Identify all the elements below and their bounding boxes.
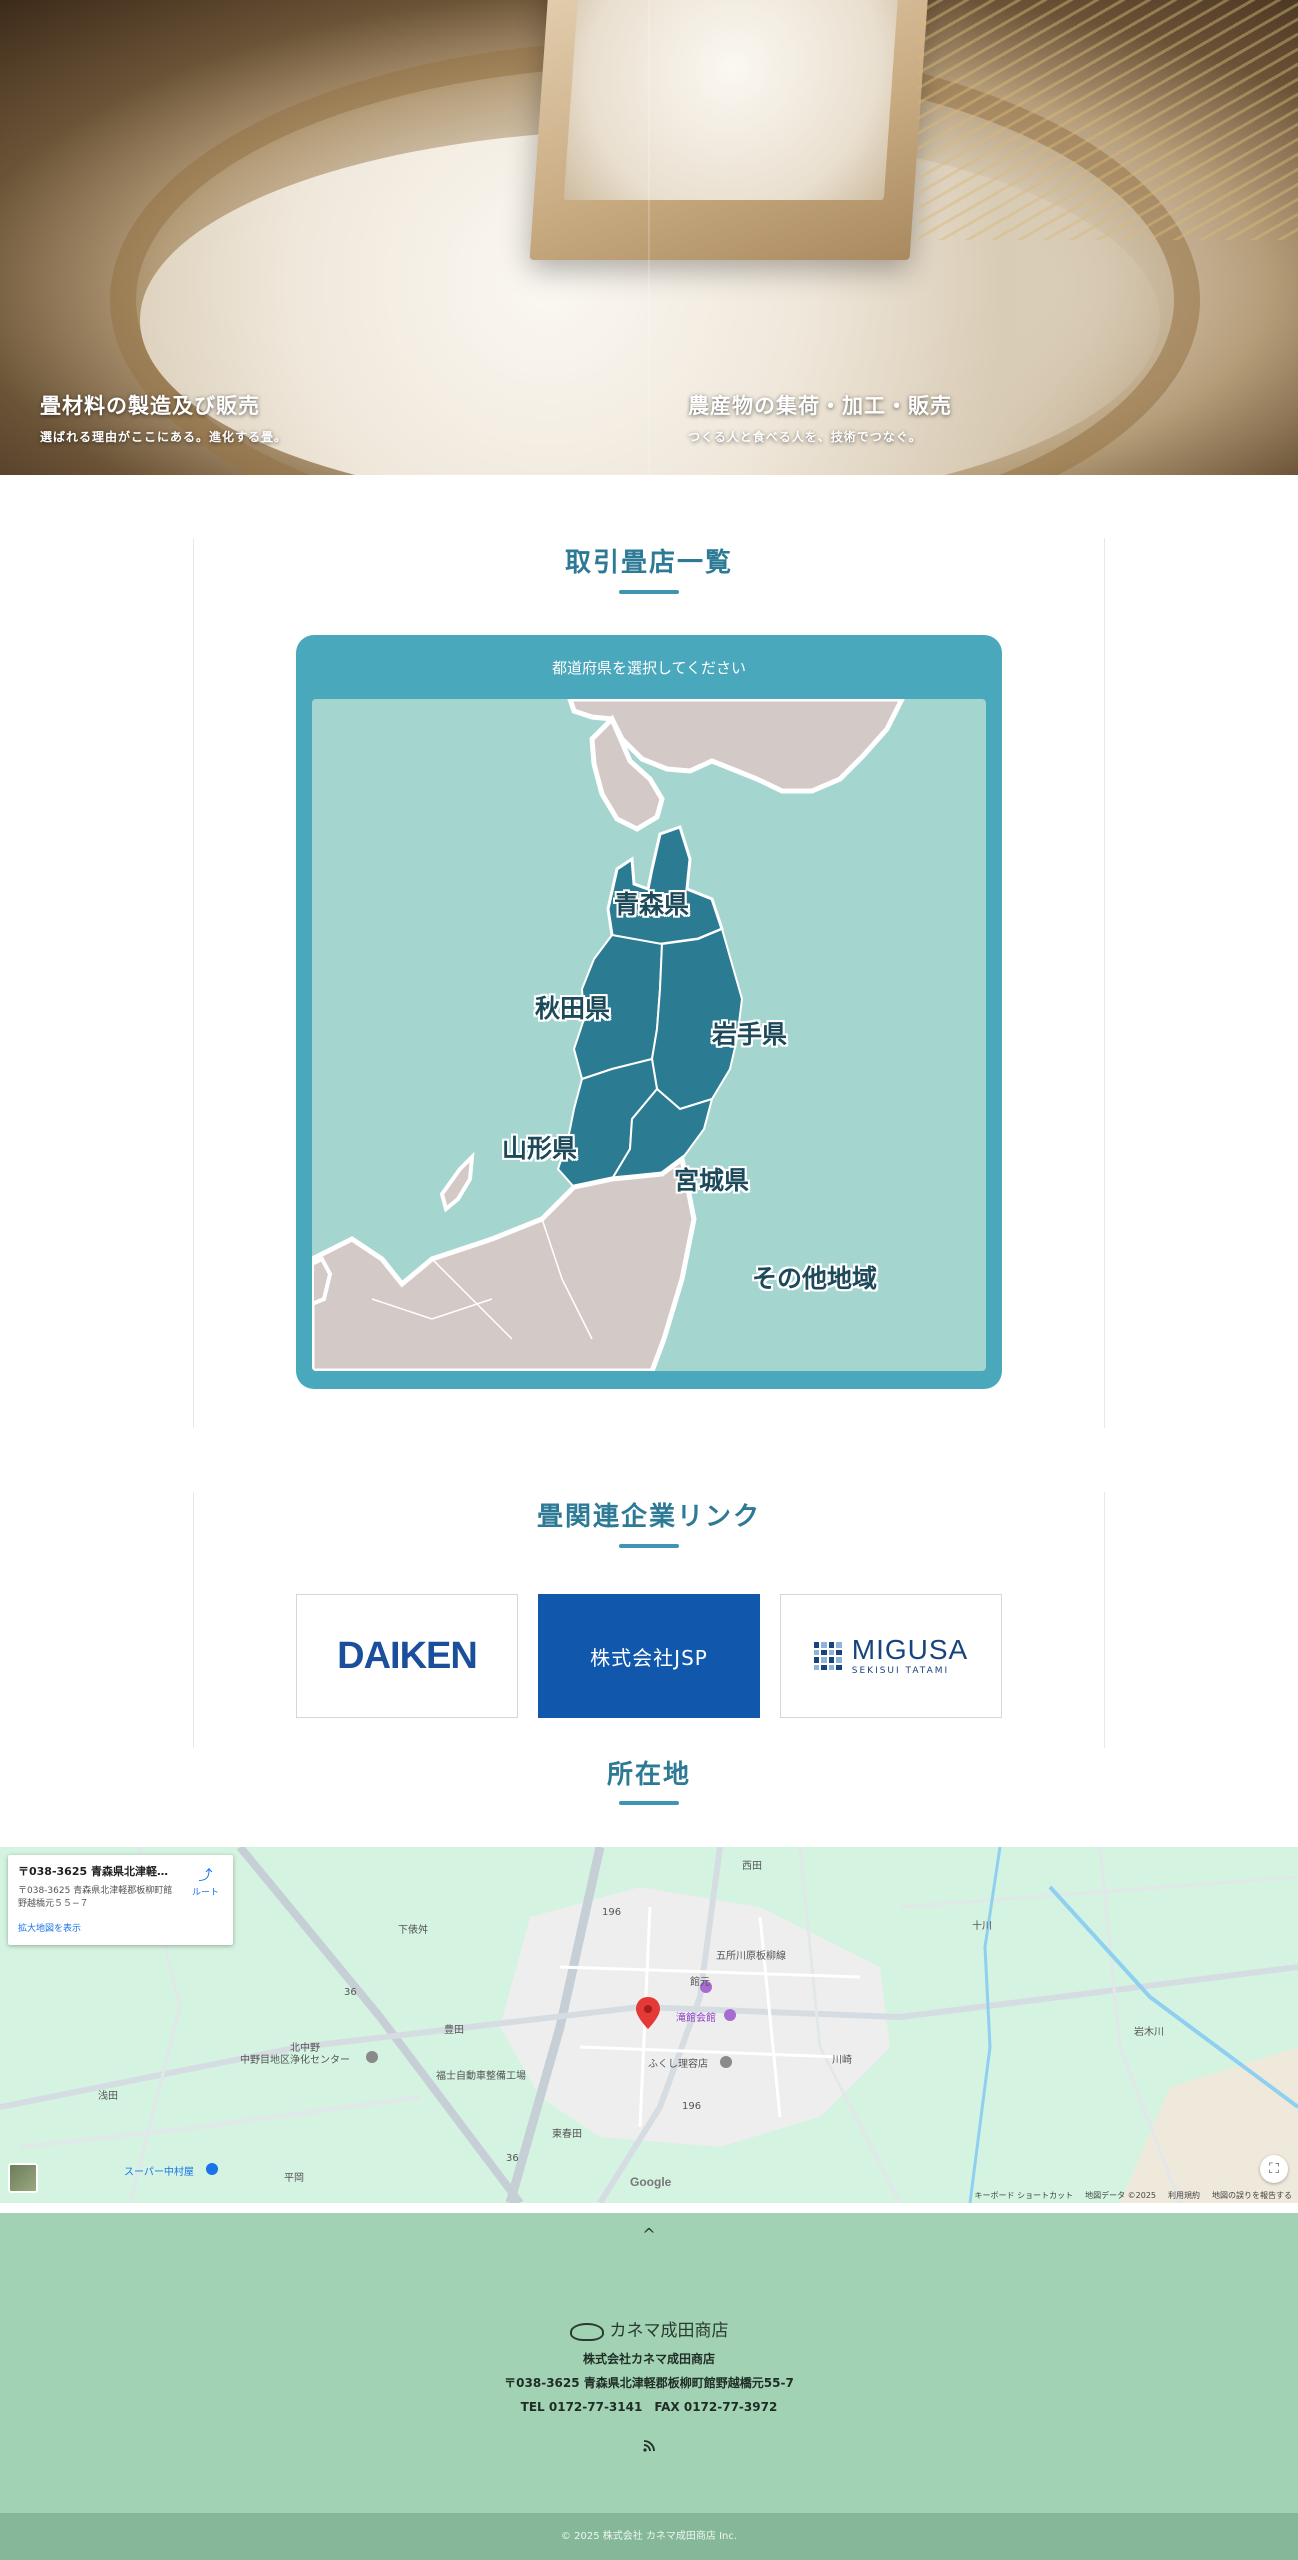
hero-right-subtitle: つくる人と食べる人を、技術でつなぐ。 bbox=[688, 430, 922, 444]
map-route-button[interactable]: ⤴ ルート bbox=[192, 1865, 219, 1898]
prefecture-map-panel: 都道府県を選択してください 青森県 秋田県 岩手県 山形県 宮城県 その他地域 bbox=[296, 635, 1002, 1389]
map-label: 川崎 bbox=[832, 2055, 852, 2066]
hero-masu-box-image bbox=[529, 0, 931, 260]
directions-icon: ⤴ bbox=[198, 1868, 213, 1884]
location-section-title: 所在地 bbox=[606, 1760, 691, 1790]
hero-right-title: 農産物の集荷・加工・販売 bbox=[688, 394, 952, 418]
hero-right-link[interactable]: 農産物の集荷・加工・販売 つくる人と食べる人を、技術でつなぐ。 bbox=[688, 390, 952, 445]
daiken-logo: DAIKEN bbox=[337, 1634, 478, 1677]
map-card-address: 〒038-3625 青森県北津軽郡板柳町館野越橋元５５−７ bbox=[18, 1886, 173, 1909]
footer-logo-text: カネマ成田商店 bbox=[609, 2321, 729, 2341]
map-label: 豊田 bbox=[444, 2025, 464, 2036]
map-label: 平岡 bbox=[284, 2173, 304, 2184]
prefecture-akita[interactable]: 秋田県 bbox=[535, 989, 610, 1025]
prefecture-map: 青森県 秋田県 岩手県 山形県 宮城県 その他地域 bbox=[312, 699, 986, 1371]
map-label: 滝館会館 bbox=[676, 2013, 716, 2024]
map-label: 西田 bbox=[742, 1861, 762, 1872]
back-to-top-chevron-icon[interactable]: ^ bbox=[634, 2225, 664, 2249]
link-migusa[interactable]: MIGUSA SEKISUI TATAMI bbox=[780, 1594, 1002, 1718]
map-route-label: ルート bbox=[191, 1888, 219, 1898]
map-label: 岩木川 bbox=[1134, 2027, 1164, 2038]
sado-island-shape bbox=[439, 1151, 475, 1213]
migusa-logo-subtext: SEKISUI TATAMI bbox=[851, 1666, 950, 1676]
stores-title-underline bbox=[619, 590, 679, 594]
hero-rice-stalks-image bbox=[918, 0, 1298, 240]
google-logo: Google bbox=[630, 2175, 672, 2189]
map-route-badge: 196 bbox=[602, 1907, 622, 1918]
map-keyboard-shortcuts[interactable]: キーボード ショートカット bbox=[975, 2190, 1074, 2201]
rss-icon[interactable] bbox=[638, 2440, 660, 2456]
map-info-card: 〒038-3625 青森県北津軽郡板... 〒038-3625 青森県北津軽郡板… bbox=[8, 1855, 233, 1945]
map-data-credit: 地図データ ©2025 bbox=[1085, 2191, 1156, 2200]
migusa-logo-text: MIGUSA bbox=[851, 1634, 969, 1665]
map-label: スーパー中村屋 bbox=[124, 2167, 194, 2178]
footer-address: 〒038-3625 青森県北津軽郡板柳町館野越橋元55-7 bbox=[504, 2376, 794, 2390]
hero-left-title: 畳材料の製造及び販売 bbox=[40, 394, 260, 418]
map-fullscreen-icon[interactable]: ⛶ bbox=[1260, 2155, 1288, 2183]
map-label: 五所川原板柳線 bbox=[716, 1951, 786, 1962]
migusa-grid-icon bbox=[813, 1642, 842, 1670]
map-label: 下俵舛 bbox=[398, 1925, 428, 1936]
jsp-logo: 株式会社JSP bbox=[590, 1645, 708, 1670]
map-layer-toggle[interactable] bbox=[8, 2163, 38, 2193]
hero-divider bbox=[648, 0, 650, 475]
prefecture-yamagata[interactable]: 山形県 bbox=[502, 1129, 577, 1165]
links-section-title: 畳関連企業リンク bbox=[536, 1502, 761, 1532]
link-jsp[interactable]: 株式会社JSP bbox=[538, 1594, 760, 1718]
prefecture-iwate[interactable]: 岩手県 bbox=[712, 1015, 787, 1051]
map-route-badge: 196 bbox=[682, 2101, 702, 2112]
map-label: ふくし理容店 bbox=[648, 2059, 708, 2070]
footer-contact: TEL 0172-77-3141 FAX 0172-77-3972 bbox=[520, 2400, 778, 2414]
migusa-logo: MIGUSA SEKISUI TATAMI bbox=[813, 1634, 969, 1676]
map-card-title: 〒038-3625 青森県北津軽郡板... bbox=[18, 1865, 178, 1878]
map-label: 十川 bbox=[972, 1921, 992, 1932]
google-map-embed[interactable]: 西田 下俵舛 館元 滝館会館 豊田 北中野 中野目地区浄化センター 福士自動車整… bbox=[0, 1847, 1298, 2203]
location-title-underline bbox=[619, 1801, 679, 1805]
prefecture-miyagi[interactable]: 宮城県 bbox=[674, 1161, 749, 1197]
prefecture-aomori[interactable]: 青森県 bbox=[614, 885, 689, 921]
footer-logo[interactable]: カネマ成田商店 bbox=[0, 2316, 1298, 2341]
map-report-error-link[interactable]: 地図の誤りを報告する bbox=[1212, 2190, 1292, 2201]
footer-logo-mark-icon bbox=[569, 2322, 604, 2341]
map-enlarge-link[interactable]: 拡大地図を表示 bbox=[18, 1921, 223, 1934]
map-footer-links: キーボード ショートカット 地図データ ©2025 利用規約 地図の誤りを報告す… bbox=[975, 2190, 1292, 2201]
honshu-other-shape bbox=[312, 1154, 697, 1371]
links-title-underline bbox=[619, 1544, 679, 1548]
map-label: 東春田 bbox=[552, 2129, 582, 2140]
map-route-badge: 36 bbox=[506, 2153, 519, 2164]
map-label: 福士自動車整備工場 bbox=[436, 2071, 526, 2082]
prefecture-other-regions[interactable]: その他地域 bbox=[752, 1259, 877, 1295]
hero-left-link[interactable]: 畳材料の製造及び販売 選ばれる理由がここにある。進化する畳。 bbox=[40, 390, 287, 445]
prefecture-map-header: 都道府県を選択してください bbox=[551, 659, 747, 677]
hero-left-subtitle: 選ばれる理由がここにある。進化する畳。 bbox=[40, 430, 288, 444]
link-daiken[interactable]: DAIKEN bbox=[296, 1594, 518, 1718]
hero-banner: 畳材料の製造及び販売 選ばれる理由がここにある。進化する畳。 農産物の集荷・加工… bbox=[0, 0, 1298, 475]
footer-company-name: 株式会社カネマ成田商店 bbox=[582, 2352, 715, 2366]
tohoku-map-svg bbox=[312, 699, 905, 1371]
copyright: © 2025 株式会社 カネマ成田商店 Inc. bbox=[0, 2513, 1298, 2560]
map-route-badge: 36 bbox=[344, 1987, 357, 1998]
stores-section-title: 取引畳店一覧 bbox=[564, 548, 733, 578]
map-label: 館元 bbox=[690, 1977, 710, 1988]
map-label: 浅田 bbox=[98, 2091, 118, 2102]
map-terms-link[interactable]: 利用規約 bbox=[1168, 2190, 1200, 2201]
map-label: 中野目地区浄化センター bbox=[240, 2055, 350, 2066]
